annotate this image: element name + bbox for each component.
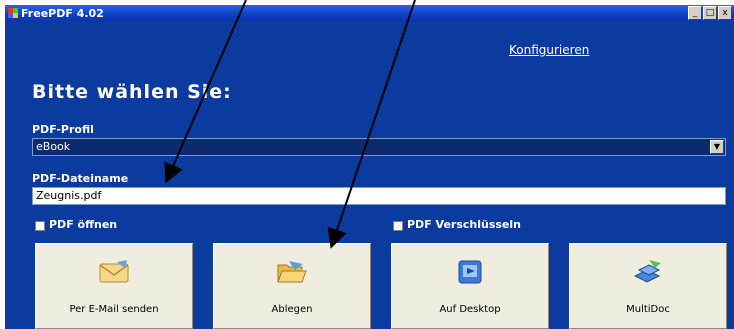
ablegen-button[interactable]: Ablegen	[213, 243, 371, 329]
maximize-button[interactable]: □	[703, 6, 717, 20]
multidoc-icon	[633, 260, 661, 283]
page-heading: Bitte wählen Sie:	[32, 81, 232, 103]
freepdf-window: FreePDF 4.02 _ □ x Konfigurieren Bitte w…	[5, 5, 734, 329]
open-pdf-label: PDF öffnen	[49, 218, 118, 231]
encrypt-pdf-checkbox[interactable]	[393, 221, 403, 231]
filename-label: PDF-Dateiname	[32, 172, 129, 185]
filename-input[interactable]: Zeugnis.pdf	[32, 187, 726, 205]
close-button[interactable]: x	[718, 6, 732, 20]
multidoc-label: MultiDoc	[626, 304, 670, 315]
open-folder-icon	[277, 261, 307, 283]
email-send-label: Per E-Mail senden	[69, 304, 159, 315]
title-bar[interactable]: FreePDF 4.02 _ □ x	[5, 5, 734, 22]
ablegen-label: Ablegen	[271, 304, 313, 315]
desktop-label: Auf Desktop	[439, 304, 501, 315]
window-title: FreePDF 4.02	[21, 7, 104, 20]
desktop-button[interactable]: Auf Desktop	[391, 243, 549, 329]
envelope-icon	[99, 260, 129, 283]
encrypt-pdf-label: PDF Verschlüsseln	[407, 218, 521, 231]
multidoc-button[interactable]: MultiDoc	[569, 243, 727, 329]
profile-select[interactable]: eBook ▼	[32, 138, 726, 156]
open-pdf-checkbox[interactable]	[35, 221, 45, 231]
profile-label: PDF-Profil	[32, 123, 94, 136]
minimize-button[interactable]: _	[688, 6, 702, 20]
email-send-button[interactable]: Per E-Mail senden	[35, 243, 193, 329]
profile-selected-value: eBook	[36, 140, 71, 153]
app-icon	[8, 8, 18, 18]
dropdown-arrow-icon[interactable]: ▼	[710, 140, 724, 154]
desktop-icon	[458, 260, 482, 284]
konfigurieren-link[interactable]: Konfigurieren	[509, 43, 589, 57]
